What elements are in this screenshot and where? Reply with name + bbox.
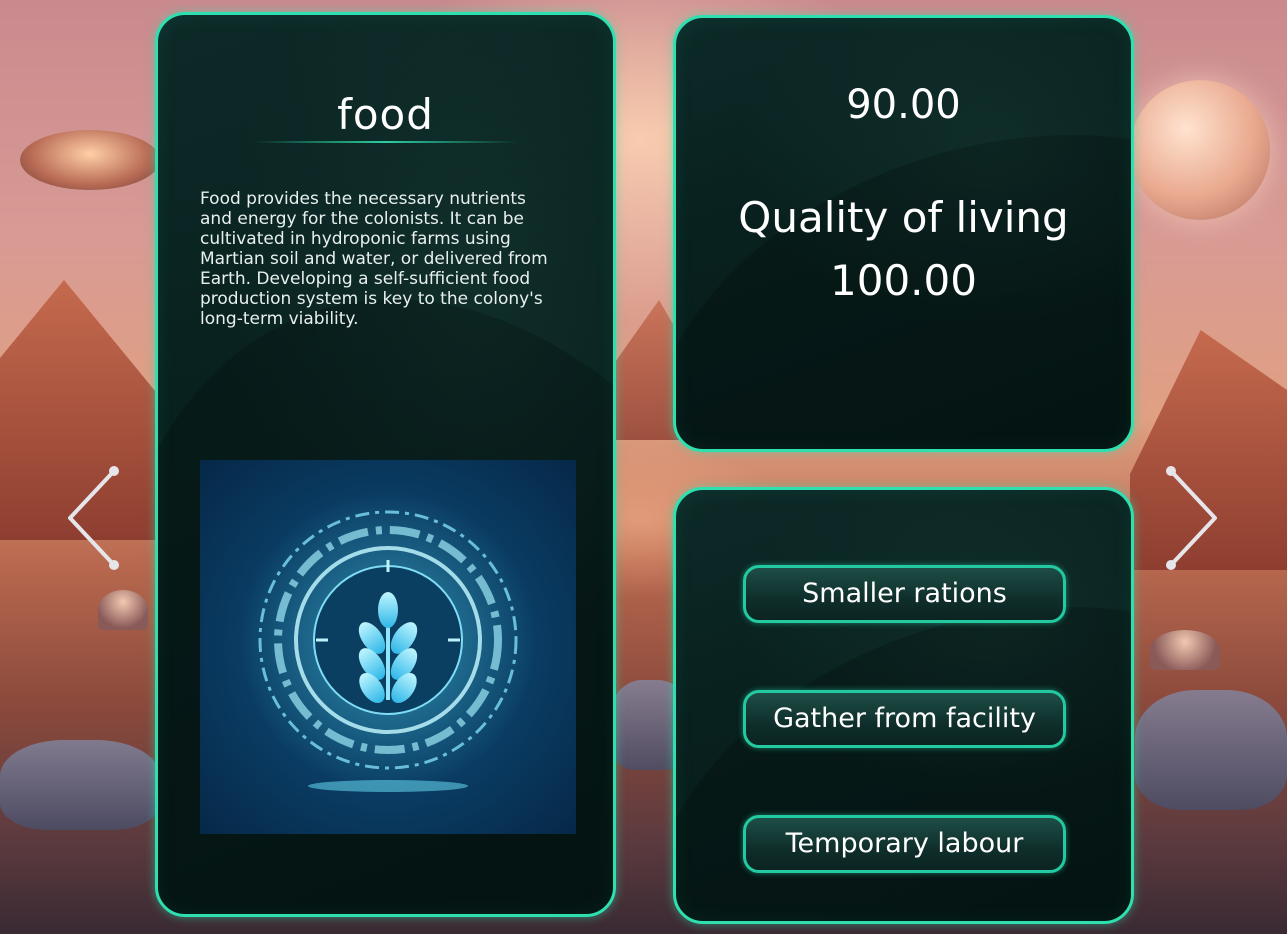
planet-decoration (1130, 80, 1270, 220)
resource-title: food (337, 90, 434, 139)
lake-left (0, 740, 160, 830)
resource-info-panel: food Food provides the necessary nutrien… (155, 12, 616, 917)
floating-station-decoration (20, 130, 160, 190)
lake-right (1135, 690, 1287, 810)
quality-of-living-value: 100.00 (830, 256, 977, 305)
chevron-left-icon[interactable] (62, 463, 122, 573)
dome-building-left (98, 590, 148, 630)
resource-value: 90.00 (846, 82, 961, 128)
actions-panel: Smaller rations Gather from facility Tem… (673, 487, 1134, 924)
dome-building-right (1150, 630, 1220, 670)
title-divider (253, 141, 518, 143)
wheat-emblem-icon (200, 460, 576, 834)
temporary-labour-button[interactable]: Temporary labour (743, 815, 1066, 873)
stats-panel: 90.00 Quality of living 100.00 (673, 15, 1134, 452)
quality-of-living-label: Quality of living (738, 193, 1069, 242)
gather-from-facility-button[interactable]: Gather from facility (743, 690, 1066, 748)
smaller-rations-button[interactable]: Smaller rations (743, 565, 1066, 623)
chevron-right-icon[interactable] (1163, 463, 1223, 573)
resource-description: Food provides the necessary nutrients an… (200, 189, 548, 329)
